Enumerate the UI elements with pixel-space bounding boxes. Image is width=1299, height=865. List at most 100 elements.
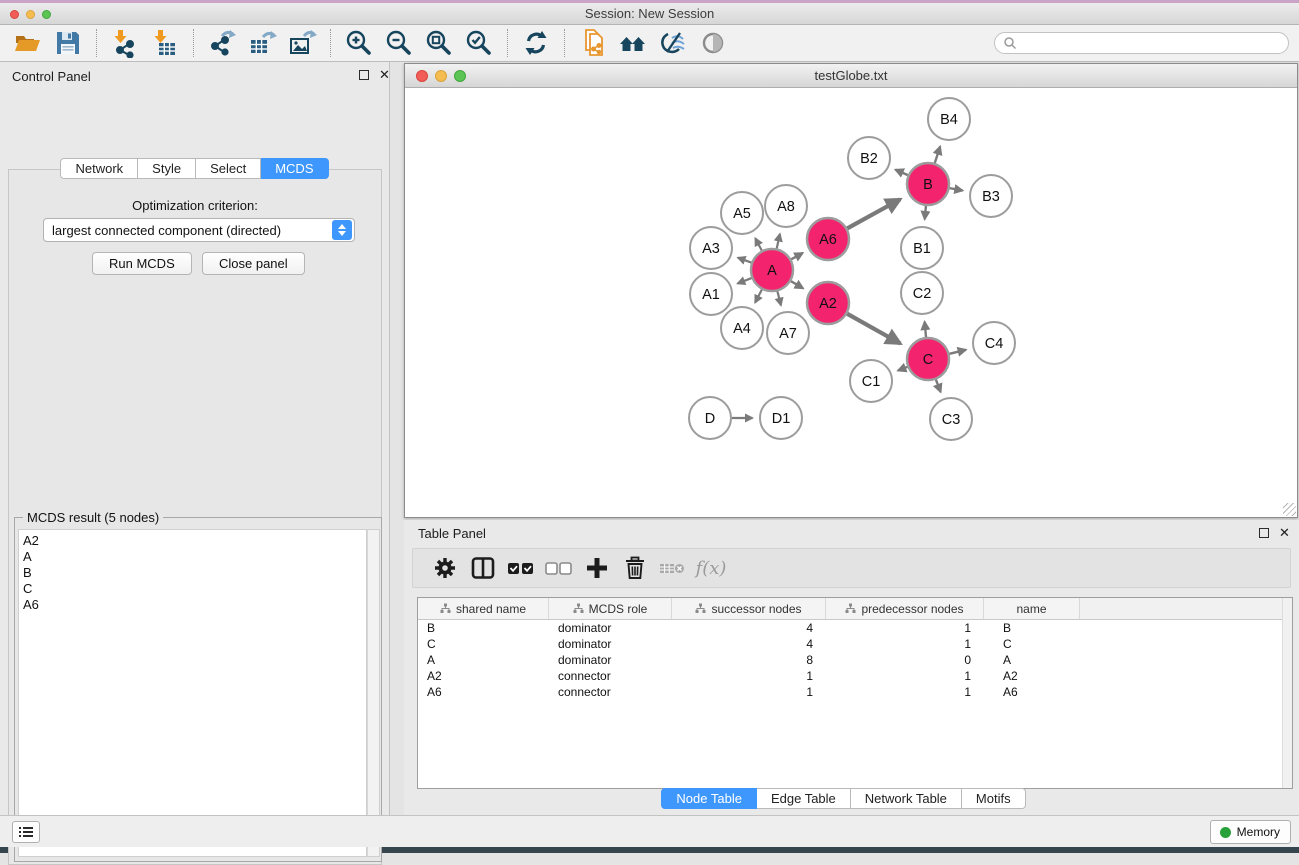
- export-image-button[interactable]: [285, 27, 319, 59]
- tab-network[interactable]: Network: [60, 158, 138, 179]
- zoom-selected-button[interactable]: [462, 27, 496, 59]
- graph-edge[interactable]: [925, 322, 926, 337]
- tab-select[interactable]: Select: [196, 158, 261, 179]
- network-close-button[interactable]: [416, 70, 428, 82]
- graph-edge[interactable]: [898, 367, 908, 371]
- graph-edge[interactable]: [925, 206, 926, 219]
- tab-motifs[interactable]: Motifs: [962, 788, 1026, 809]
- refresh-layout-button[interactable]: [519, 27, 553, 59]
- mcds-result-item[interactable]: C: [23, 581, 366, 597]
- graph-edge[interactable]: [847, 199, 900, 228]
- export-network-button[interactable]: [205, 27, 239, 59]
- graph-edge[interactable]: [847, 314, 900, 344]
- resize-handle[interactable]: [1283, 503, 1296, 516]
- mcds-result-item[interactable]: B: [23, 565, 366, 581]
- graph-node-A6[interactable]: A6: [807, 218, 849, 260]
- graph-edge[interactable]: [777, 234, 780, 249]
- tab-style[interactable]: Style: [138, 158, 196, 179]
- column-header-predecessor-nodes[interactable]: predecessor nodes: [826, 598, 984, 619]
- mcds-result-list[interactable]: A2ABCA6: [18, 529, 367, 857]
- graph-edge[interactable]: [935, 146, 940, 163]
- graph-edge[interactable]: [950, 188, 963, 190]
- add-column-button[interactable]: [579, 552, 615, 584]
- graph-node-A[interactable]: A: [751, 249, 793, 291]
- graph-node-D1[interactable]: D1: [760, 397, 802, 439]
- table-row[interactable]: Adominator80A: [418, 652, 1292, 668]
- graph-edge[interactable]: [755, 290, 762, 303]
- close-table-panel-icon[interactable]: ✕: [1279, 528, 1290, 538]
- show-panel-menu-button[interactable]: [12, 821, 40, 843]
- close-window-button[interactable]: [10, 10, 19, 19]
- close-panel-icon[interactable]: ✕: [379, 70, 390, 80]
- network-window-titlebar[interactable]: testGlobe.txt: [405, 64, 1297, 88]
- graph-node-B3[interactable]: B3: [970, 175, 1012, 217]
- table-row[interactable]: A6connector11A6: [418, 684, 1292, 700]
- graph-node-B[interactable]: B: [907, 163, 949, 205]
- float-panel-icon[interactable]: [359, 70, 369, 80]
- graph-edge[interactable]: [738, 258, 751, 263]
- column-header-successor-nodes[interactable]: successor nodes: [672, 598, 826, 619]
- graph-node-C1[interactable]: C1: [850, 360, 892, 402]
- graph-node-A4[interactable]: A4: [721, 307, 763, 349]
- graph-node-A1[interactable]: A1: [690, 273, 732, 315]
- zoom-out-button[interactable]: [382, 27, 416, 59]
- tab-mcds[interactable]: MCDS: [261, 158, 328, 179]
- graph-edge[interactable]: [791, 281, 803, 288]
- mcds-result-item[interactable]: A6: [23, 597, 366, 613]
- graph-edge[interactable]: [791, 253, 803, 259]
- new-network-from-selection-button[interactable]: [576, 27, 610, 59]
- function-builder-button[interactable]: f(x): [693, 552, 729, 584]
- table-scrollbar[interactable]: [1282, 598, 1293, 788]
- import-table-button[interactable]: [148, 27, 182, 59]
- network-zoom-button[interactable]: [454, 70, 466, 82]
- float-table-panel-icon[interactable]: [1259, 528, 1269, 538]
- tab-edge-table[interactable]: Edge Table: [757, 788, 851, 809]
- mcds-result-item[interactable]: A: [23, 549, 366, 565]
- network-canvas[interactable]: AA1A2A3A4A5A6A7A8BB1B2B3B4CC1C2C3C4DD1: [405, 88, 1297, 517]
- table-row[interactable]: Cdominator41C: [418, 636, 1292, 652]
- column-header-MCDS-role[interactable]: MCDS role: [549, 598, 672, 619]
- graph-node-C2[interactable]: C2: [901, 272, 943, 314]
- graph-edge[interactable]: [755, 238, 761, 250]
- column-header-shared-name[interactable]: shared name: [418, 598, 549, 619]
- graph-node-C3[interactable]: C3: [930, 398, 972, 440]
- table-row[interactable]: A2connector11A2: [418, 668, 1292, 684]
- minimize-window-button[interactable]: [26, 10, 35, 19]
- graph-edge[interactable]: [895, 170, 907, 175]
- graph-edge[interactable]: [936, 380, 941, 393]
- graph-node-C[interactable]: C: [907, 338, 949, 380]
- graph-node-A2[interactable]: A2: [807, 282, 849, 324]
- close-panel-button[interactable]: Close panel: [202, 252, 305, 275]
- memory-button[interactable]: Memory: [1210, 820, 1291, 844]
- delete-column-button[interactable]: [617, 552, 653, 584]
- graph-edge[interactable]: [777, 291, 781, 305]
- save-session-button[interactable]: [51, 27, 85, 59]
- zoom-window-button[interactable]: [42, 10, 51, 19]
- optimization-criterion-select[interactable]: largest connected component (directed): [43, 218, 355, 242]
- table-row[interactable]: Bdominator41B: [418, 620, 1292, 636]
- graph-node-A8[interactable]: A8: [765, 185, 807, 227]
- split-panel-button[interactable]: [465, 552, 501, 584]
- graph-node-D[interactable]: D: [689, 397, 731, 439]
- graph-edge[interactable]: [949, 350, 966, 354]
- run-mcds-button[interactable]: Run MCDS: [92, 252, 192, 275]
- graph-node-B1[interactable]: B1: [901, 227, 943, 269]
- zoom-fit-button[interactable]: [422, 27, 456, 59]
- open-session-button[interactable]: [11, 27, 45, 59]
- mcds-list-scrollbar[interactable]: [367, 529, 380, 857]
- graph-node-A3[interactable]: A3: [690, 227, 732, 269]
- tab-network-table[interactable]: Network Table: [851, 788, 962, 809]
- graph-node-C4[interactable]: C4: [973, 322, 1015, 364]
- show-hide-button[interactable]: [696, 27, 730, 59]
- zoom-in-button[interactable]: [342, 27, 376, 59]
- column-header-name[interactable]: name: [984, 598, 1080, 619]
- graph-node-A5[interactable]: A5: [721, 192, 763, 234]
- tab-node-table[interactable]: Node Table: [661, 788, 757, 809]
- export-table-button[interactable]: [245, 27, 279, 59]
- unselect-all-columns-button[interactable]: [541, 552, 577, 584]
- graph-node-B4[interactable]: B4: [928, 98, 970, 140]
- import-network-button[interactable]: [108, 27, 142, 59]
- first-neighbors-button[interactable]: [616, 27, 650, 59]
- table-settings-button[interactable]: [427, 552, 463, 584]
- hide-graphics-details-button[interactable]: [656, 27, 690, 59]
